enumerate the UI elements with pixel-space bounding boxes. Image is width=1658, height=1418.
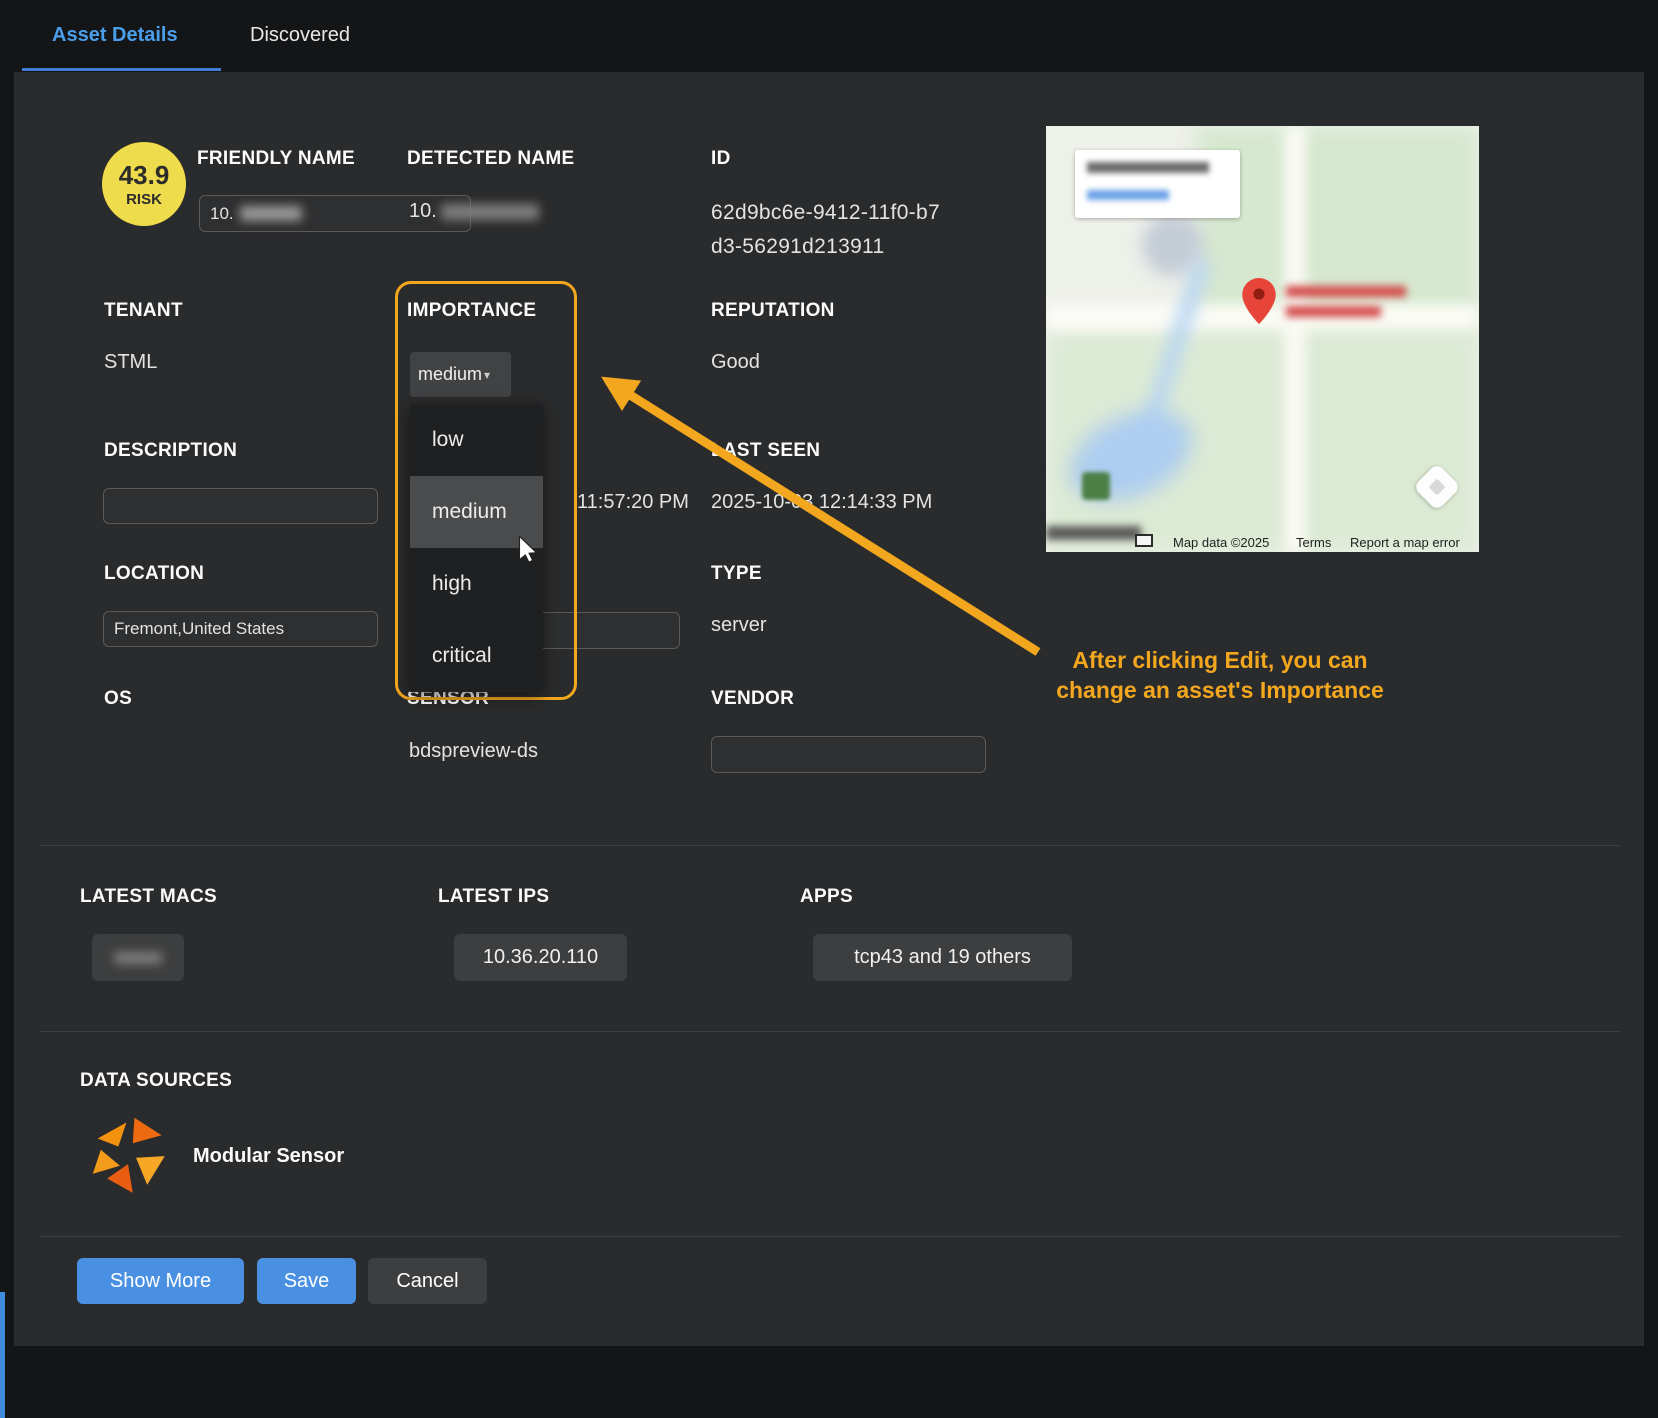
map-compass-inner [1429,479,1446,496]
tab-asset-details[interactable]: Asset Details [52,0,178,70]
vendor-label: VENDOR [711,688,794,710]
asset-details-page: Asset Details Discovered 43.9 RISK FRIEN… [0,0,1658,1418]
importance-label: IMPORTANCE [407,300,536,322]
map-report-error-link[interactable]: Report a map error [1350,535,1460,550]
apps-label: APPS [800,886,853,908]
redacted-text [441,204,539,220]
save-button[interactable]: Save [257,1258,356,1304]
detected-name-label: DETECTED NAME [407,148,575,170]
sensor-value: bdspreview-ds [409,740,538,763]
active-tab-underline [22,68,221,71]
id-value: 62d9bc6e-9412-11f0-b7d3-56291d213911 [711,196,951,264]
map-terms-link[interactable]: Terms [1296,535,1331,550]
risk-score-label: RISK [126,191,162,208]
redacted-text [114,952,162,964]
description-input[interactable] [103,488,378,524]
map-pin-icon [1242,278,1276,324]
chevron-down-icon: ▾ [484,368,490,382]
latest-macs-chip [92,934,184,981]
divider [40,1031,1620,1032]
location-input[interactable] [103,611,378,647]
tab-discovered[interactable]: Discovered [250,0,350,70]
latest-ips-chip: 10.36.20.110 [454,934,627,981]
divider [40,1236,1620,1237]
map-scale-icon [1135,534,1153,547]
os-label: OS [104,688,132,710]
importance-selected-value: medium [418,364,482,385]
last-seen-label: LAST SEEN [711,440,820,462]
reputation-label: REPUTATION [711,300,835,322]
redacted-card-link [1087,190,1169,200]
risk-score: 43.9 [119,160,170,191]
annotation-text: After clicking Edit, you can change an a… [1005,645,1435,705]
latest-ips-label: LATEST IPS [438,886,549,908]
left-edge-scroll-indicator [0,1292,5,1418]
vendor-input[interactable] [711,736,986,773]
mouse-cursor-icon [518,536,540,563]
detected-name-prefix: 10. [409,200,437,223]
redacted-map-text [1286,286,1406,297]
redacted-text [240,206,302,221]
modular-sensor-logo [88,1112,168,1197]
reputation-value: Good [711,351,760,374]
location-map[interactable]: Map data ©2025 Terms Report a map error [1046,126,1479,552]
redacted-map-label [1046,526,1141,540]
annotation-line2: change an asset's Importance [1005,675,1435,705]
risk-badge: 43.9 RISK [102,142,186,226]
map-park-icon [1082,472,1110,500]
first-seen-partial-value: 11:57:20 PM [577,491,689,514]
annotation-line1: After clicking Edit, you can [1005,645,1435,675]
data-source-name: Modular Sensor [193,1145,344,1168]
map-attribution: Map data ©2025 [1173,535,1269,550]
map-road [1284,126,1306,552]
location-label: LOCATION [104,563,204,585]
redacted-card-text [1087,162,1209,173]
divider [40,845,1620,846]
apps-chip[interactable]: tcp43 and 19 others [813,934,1072,981]
tenant-label: TENANT [104,300,183,322]
detected-name-value: 10. [409,200,539,223]
importance-option-low[interactable]: low [410,404,543,476]
data-sources-label: DATA SOURCES [80,1070,232,1092]
show-more-button[interactable]: Show More [77,1258,244,1304]
last-seen-value: 2025-10-03 12:14:33 PM [711,491,932,514]
latest-macs-label: LATEST MACS [80,886,217,908]
friendly-name-label: FRIENDLY NAME [197,148,355,170]
redacted-map-text [1286,306,1381,317]
importance-select[interactable]: medium ▾ [410,352,511,397]
map-info-card [1075,150,1240,218]
id-label: ID [711,148,731,170]
friendly-name-value: 10. [210,204,234,224]
importance-option-critical[interactable]: critical [410,620,543,692]
description-label: DESCRIPTION [104,440,237,462]
type-value: server [711,614,767,637]
tenant-value: STML [104,351,157,374]
type-label: TYPE [711,563,762,585]
cancel-button[interactable]: Cancel [368,1258,487,1304]
